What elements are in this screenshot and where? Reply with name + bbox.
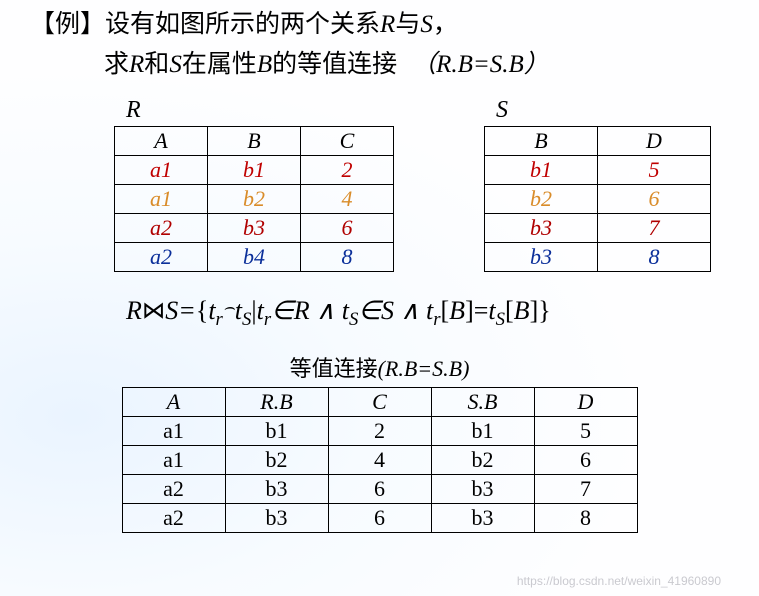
sym-S: S — [420, 11, 433, 38]
table-S-row: b37 — [485, 214, 711, 243]
sym-B: B — [257, 51, 272, 78]
t2b: 和 — [144, 51, 169, 78]
join-caption: 等值连接(R.B=S.B) — [30, 351, 729, 383]
table-join: A R.B C S.B D a1b12b15 a1b24b26 a2b36b37… — [122, 387, 638, 533]
table-join-row: a1b12b15 — [122, 417, 637, 446]
table-S-row: b26 — [485, 185, 711, 214]
th-C: C — [301, 127, 394, 156]
table-S: B D b15 b26 b37 b38 — [484, 126, 711, 272]
table-S-title: S — [496, 97, 711, 124]
table-S-row: b15 — [485, 156, 711, 185]
table-join-row: a2b36b38 — [122, 504, 637, 533]
example-line2: 求R和S在属性B的等值连接 （R.B=S.B） — [104, 46, 729, 84]
text-and1: 与 — [395, 11, 420, 38]
th-D: D — [598, 127, 711, 156]
sym-S2: S — [169, 51, 182, 78]
table-join-row: a2b36b37 — [122, 475, 637, 504]
watermark: https://blog.csdn.net/weixin_41960890 — [517, 574, 721, 588]
table-S-header-row: B D — [485, 127, 711, 156]
paren-cond: （R.B=S.B） — [411, 51, 549, 78]
t2d: 的等值连接 — [272, 51, 397, 78]
table-R-title: R — [126, 97, 394, 124]
table-join-row: a1b24b26 — [122, 446, 637, 475]
table-R-wrap: R A B C a1b12 a1b24 a2b36 a2b48 — [114, 97, 394, 272]
th-A: A — [115, 127, 208, 156]
example-prefix: 【例】 — [30, 11, 105, 38]
example-line1: 【例】设有如图所示的两个关系R与S， — [30, 6, 729, 44]
table-R-row: a2b36 — [115, 214, 394, 243]
comma: ， — [433, 11, 458, 38]
bowtie-icon: ⋈ — [142, 298, 165, 324]
t2c: 在属性 — [182, 51, 257, 78]
table-R-row: a2b48 — [115, 243, 394, 272]
th-B2: B — [485, 127, 598, 156]
sym-R2: R — [129, 51, 144, 78]
th-B: B — [208, 127, 301, 156]
text-1a: 设有如图所示的两个关系 — [105, 11, 380, 38]
table-R: A B C a1b12 a1b24 a2b36 a2b48 — [114, 126, 394, 272]
t2a: 求 — [104, 51, 129, 78]
table-R-header-row: A B C — [115, 127, 394, 156]
table-join-header-row: A R.B C S.B D — [122, 388, 637, 417]
table-R-row: a1b12 — [115, 156, 394, 185]
table-R-row: a1b24 — [115, 185, 394, 214]
table-S-wrap: S B D b15 b26 b37 b38 — [484, 97, 711, 272]
table-S-row: b38 — [485, 243, 711, 272]
join-formula: R⋈S={tr⌢tS|tr∈R ∧ tS∈S ∧ tr[B]=tS[B]} — [126, 296, 729, 331]
sym-R: R — [380, 11, 395, 38]
